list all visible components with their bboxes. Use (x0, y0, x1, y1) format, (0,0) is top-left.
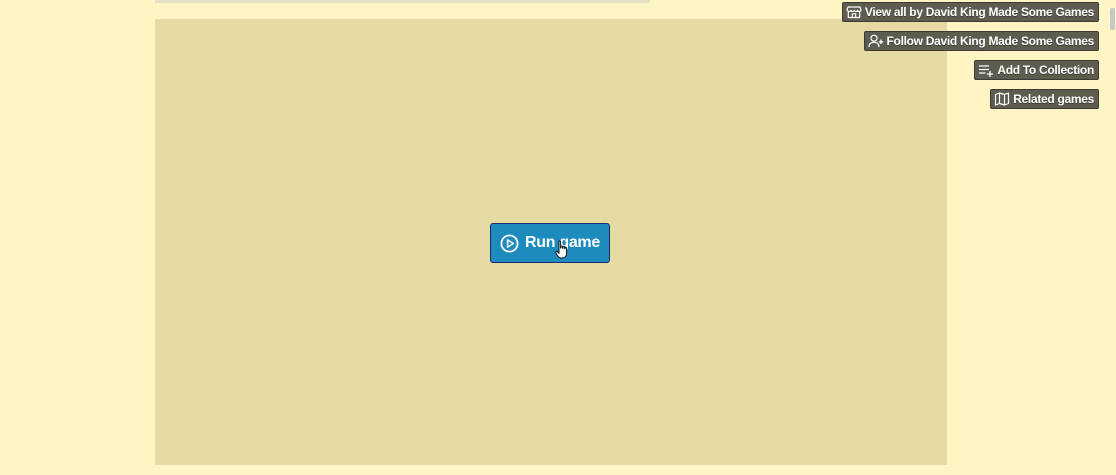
page-scrollbar[interactable] (1110, 0, 1116, 475)
view-all-button[interactable]: View all by David King Made Some Games (841, 2, 1099, 22)
storefront-icon (846, 4, 862, 20)
side-actions: View all by David King Made Some Games F… (841, 2, 1099, 109)
user-plus-icon (867, 33, 884, 49)
add-to-collection-label: Add To Collection (997, 63, 1094, 77)
view-all-label: View all by David King Made Some Games (864, 5, 1094, 19)
follow-button[interactable]: Follow David King Made Some Games (863, 31, 1099, 51)
playlist-add-icon (978, 62, 994, 78)
run-game-label: Run game (525, 234, 600, 251)
game-page: Run game View all by David King Made Som… (0, 0, 1116, 475)
play-circle-icon (500, 234, 519, 253)
related-games-button[interactable]: Related games (990, 89, 1099, 109)
add-to-collection-button[interactable]: Add To Collection (974, 60, 1099, 80)
run-game-button[interactable]: Run game (490, 223, 610, 263)
follow-label: Follow David King Made Some Games (886, 34, 1095, 48)
top-divider (155, 0, 650, 3)
map-icon (994, 91, 1010, 107)
related-games-label: Related games (1013, 92, 1094, 106)
scrollbar-thumb[interactable] (1110, 8, 1115, 30)
